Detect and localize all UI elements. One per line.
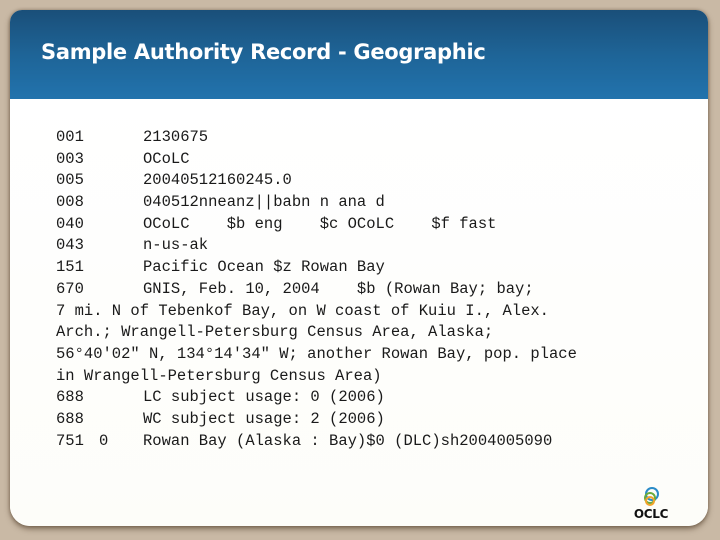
record-field: 005 20040512160245.0 — [56, 170, 577, 192]
field-value: Pacific Ocean $z Rowan Bay — [143, 258, 385, 277]
record-field: 688 WC subject usage: 2 (2006) — [56, 409, 577, 431]
field-value: Arch.; Wrangell-Petersburg Census Area, … — [56, 323, 494, 342]
field-value: 040512nneanz||babn n ana d — [143, 193, 385, 212]
oclc-logo-text: OCLC — [633, 507, 669, 521]
record-field: 688 LC subject usage: 0 (2006) — [56, 387, 577, 409]
slide-header: Sample Authority Record - Geographic — [10, 10, 708, 99]
field-tag: 008 — [56, 193, 84, 212]
field-value: 20040512160245.0 — [143, 171, 292, 190]
field-value: OCoLC $b eng $c OCoLC $f fast — [143, 214, 497, 233]
record-field: 001 2130675 — [56, 127, 577, 149]
field-tag: 670 — [56, 279, 84, 298]
field-tag: 751 — [56, 431, 84, 450]
field-value: 2130675 — [143, 128, 209, 146]
field-value: in Wrangell-Petersburg Census Area) — [56, 366, 382, 385]
record-field: 040 OCoLC $b eng $c OCoLC $f fast — [56, 214, 577, 236]
field-value: GNIS, Feb. 10, 2004 $b (Rowan Bay; bay; — [143, 279, 534, 298]
field-value: 7 mi. N of Tebenkof Bay, on W coast of K… — [56, 301, 549, 320]
field-tag: 688 — [56, 409, 84, 428]
record-field: Arch.; Wrangell-Petersburg Census Area, … — [56, 322, 577, 344]
field-tag: 043 — [56, 236, 84, 255]
record-field: 151 Pacific Ocean $z Rowan Bay — [56, 257, 577, 279]
record-field: 003 OCoLC — [56, 149, 577, 171]
slide-title: Sample Authority Record - Geographic — [41, 40, 486, 64]
record-field: 7 mi. N of Tebenkof Bay, on W coast of K… — [56, 301, 577, 323]
field-tag: 040 — [56, 214, 84, 233]
oclc-logo: OCLC — [629, 485, 673, 525]
record-field: 56°40'02" N, 134°14'34" W; another Rowan… — [56, 344, 577, 366]
field-tag: 003 — [56, 149, 84, 168]
field-tag: 001 — [56, 128, 84, 146]
field-value: 56°40'02" N, 134°14'34" W; another Rowan… — [56, 344, 577, 363]
field-value: OCoLC — [143, 149, 190, 168]
record-field: 043 n-us-ak — [56, 235, 577, 257]
field-tag: 005 — [56, 171, 84, 190]
field-tag: 688 — [56, 388, 84, 407]
marc-record: 001 2130675 003 OCoLC 005 20040512160245.0 008… — [56, 127, 577, 452]
field-value: n-us-ak — [143, 236, 209, 255]
field-value: LC subject usage: 0 (2006) — [143, 388, 385, 407]
record-field: 670 GNIS, Feb. 10, 2004 $b (Rowan Bay; ba… — [56, 279, 577, 301]
field-value: Rowan Bay (Alaska : Bay)$0 (DLC)sh200400… — [143, 431, 553, 450]
record-field: 008 040512nneanz||babn n ana d — [56, 192, 577, 214]
field-value: WC subject usage: 2 (2006) — [143, 409, 385, 428]
record-field: 751 0 Rowan Bay (Alaska : Bay)$0 (DLC)sh20… — [56, 431, 577, 453]
oclc-rings-icon — [644, 487, 659, 506]
field-indicator: 0 — [99, 431, 109, 450]
record-field: in Wrangell-Petersburg Census Area) — [56, 366, 577, 388]
field-tag: 151 — [56, 258, 84, 277]
